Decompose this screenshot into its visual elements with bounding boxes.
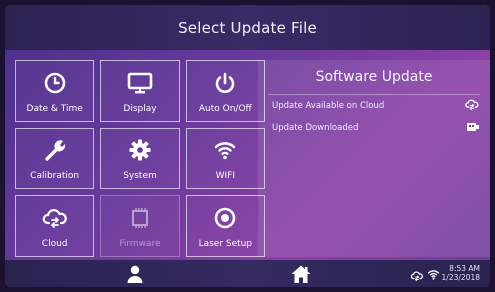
tile-date-time[interactable]: Date & Time (15, 60, 95, 122)
update-downloaded-row[interactable]: Update Downloaded (272, 117, 480, 139)
monitor-icon (127, 68, 153, 98)
home-icon[interactable] (290, 264, 312, 284)
user-icon[interactable] (125, 264, 145, 284)
tile-label: Laser Setup (198, 239, 253, 250)
tile-label: Display (123, 103, 157, 114)
clock-readout: 8:53 AM 1/23/2018 (442, 264, 480, 282)
usb-drive-icon (466, 122, 480, 135)
page-title: Select Update File (178, 18, 317, 37)
tile-firmware[interactable]: Firmware (100, 195, 180, 257)
chip-icon (128, 203, 152, 233)
settings-grid: Date & Time Display Auto On/Off Calibrat… (15, 60, 265, 257)
update-available-label: Update Available on Cloud (272, 101, 385, 111)
tile-wifi[interactable]: WIFI (185, 127, 265, 190)
clock-date: 1/23/2018 (441, 273, 480, 282)
tile-laser-setup[interactable]: Laser Setup (185, 195, 265, 257)
tile-label: Date & Time (26, 103, 83, 114)
wrench-icon (43, 135, 67, 165)
app-window: Select Update File Date & Time Display A… (5, 5, 490, 287)
tile-auto-on-off[interactable]: Auto On/Off (185, 60, 265, 122)
tile-label: Auto On/Off (198, 103, 252, 114)
tile-label: WIFI (215, 171, 236, 182)
clock-time: 8:53 AM (449, 264, 480, 273)
tile-cloud[interactable]: Cloud (15, 195, 95, 257)
wifi-icon (427, 266, 440, 285)
target-icon (213, 203, 237, 233)
cloud-sync-icon (464, 98, 480, 114)
cloud-sync-icon (410, 267, 424, 286)
panel-title: Software Update (268, 60, 480, 95)
tile-system[interactable]: System (100, 127, 180, 190)
tile-label: Cloud (41, 239, 68, 250)
gear-icon (128, 135, 152, 165)
tile-label: System (123, 171, 157, 182)
tile-calibration[interactable]: Calibration (15, 127, 95, 190)
status-bar: 8:53 AM 1/23/2018 (5, 260, 490, 287)
update-available-row[interactable]: Update Available on Cloud (272, 95, 480, 117)
cloud-sync-icon (42, 203, 68, 233)
tile-label: Firmware (119, 239, 161, 250)
header-bar: Select Update File (5, 5, 490, 50)
power-icon (213, 68, 237, 98)
software-update-panel: Software Update Update Available on Clou… (258, 60, 490, 257)
wifi-icon (213, 135, 237, 165)
tile-display[interactable]: Display (100, 60, 180, 122)
tile-label: Calibration (30, 171, 80, 182)
clock-icon (43, 68, 67, 98)
update-downloaded-label: Update Downloaded (272, 123, 359, 133)
